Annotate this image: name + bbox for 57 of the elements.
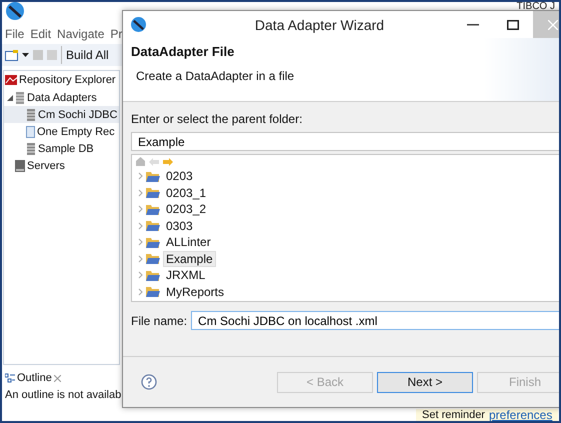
close-icon[interactable] bbox=[54, 374, 61, 382]
panel-tab[interactable]: Repository Explorer bbox=[19, 74, 116, 86]
help-icon[interactable] bbox=[141, 374, 157, 390]
folder-item[interactable]: Example bbox=[163, 250, 216, 267]
folder-item[interactable]: 0203 bbox=[163, 168, 196, 184]
app-logo-icon bbox=[131, 17, 146, 32]
menu-item[interactable]: File bbox=[5, 27, 24, 41]
folder-icon bbox=[146, 220, 160, 232]
field-label: Enter or select the parent folder: bbox=[131, 112, 304, 126]
folder-field[interactable]: Example bbox=[131, 132, 559, 151]
field-label: File name: bbox=[131, 314, 188, 328]
menu-item[interactable]: Pr bbox=[110, 27, 122, 41]
new-file-icon[interactable] bbox=[5, 50, 18, 60]
folder-icon bbox=[146, 270, 160, 281]
folder-item[interactable]: 0203_1 bbox=[163, 184, 210, 201]
document-icon bbox=[26, 126, 35, 138]
maximize-icon bbox=[507, 20, 519, 30]
status-text: Set reminder bbox=[422, 409, 485, 421]
folder-item[interactable]: 0203_2 bbox=[163, 201, 210, 218]
folder-icon bbox=[146, 204, 160, 215]
tree-item[interactable]: One Empty Rec bbox=[4, 123, 119, 140]
folder-icon bbox=[146, 286, 160, 298]
build-all-button[interactable]: Build All bbox=[61, 46, 113, 64]
tree-item[interactable]: Cm Sochi JDBC bbox=[4, 106, 119, 123]
tree-item[interactable]: Servers bbox=[4, 157, 119, 174]
menu-item[interactable]: Navigate bbox=[57, 27, 104, 41]
page-heading: DataAdapter File bbox=[131, 44, 236, 59]
panel-tab[interactable]: Outline bbox=[17, 372, 52, 384]
wizard-button[interactable]: Next > bbox=[377, 372, 473, 392]
page-description: Create a DataAdapter in a file bbox=[135, 69, 296, 83]
minimize-icon bbox=[467, 24, 479, 26]
close-icon bbox=[548, 20, 558, 30]
dialog-title: Data Adapter Wizard bbox=[254, 16, 386, 32]
tree-item[interactable]: Sample DB bbox=[4, 140, 119, 157]
folder-item[interactable]: 0303 bbox=[163, 218, 196, 234]
dropdown-arrow-icon[interactable] bbox=[22, 53, 29, 57]
collapse-arrow-icon[interactable] bbox=[7, 94, 13, 100]
folder-icon bbox=[146, 187, 160, 198]
database-icon bbox=[26, 142, 36, 154]
folder-item[interactable]: ALLinter bbox=[163, 234, 214, 250]
back-arrow-icon[interactable] bbox=[149, 158, 159, 166]
forward-arrow-icon[interactable] bbox=[163, 158, 173, 166]
database-icon bbox=[26, 108, 36, 120]
tree-item[interactable]: Data Adapters bbox=[4, 89, 119, 106]
home-icon[interactable] bbox=[136, 157, 145, 166]
app-logo-icon bbox=[6, 2, 24, 20]
file-name-field[interactable]: Cm Sochi JDBC on localhost .xml bbox=[191, 311, 559, 330]
folder-icon bbox=[146, 236, 160, 248]
folder-item[interactable]: JRXML bbox=[163, 267, 208, 284]
window-title: TIBCO J bbox=[516, 2, 555, 12]
folder-icon bbox=[146, 170, 160, 182]
outline-icon bbox=[5, 373, 15, 383]
menu-item[interactable]: Edit bbox=[30, 27, 52, 41]
server-icon bbox=[15, 160, 25, 172]
folder-icon bbox=[146, 253, 160, 264]
folder-item[interactable]: MyReports bbox=[163, 284, 228, 300]
database-icon bbox=[15, 92, 25, 104]
